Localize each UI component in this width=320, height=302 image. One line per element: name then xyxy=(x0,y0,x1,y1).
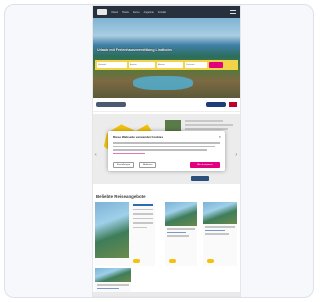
accept-button[interactable]: Alle akzeptieren xyxy=(190,162,220,168)
arrival-field[interactable]: Anreise xyxy=(129,62,155,68)
section-title: Beliebte Reiseangebote xyxy=(96,194,146,199)
offer-badge xyxy=(169,259,176,263)
dialog-actions: Einstellungen Ablehnen Alle akzeptieren xyxy=(113,162,220,168)
partner-logo xyxy=(229,102,237,107)
offer-card[interactable] xyxy=(203,202,237,266)
chevron-right-icon[interactable]: › xyxy=(235,152,237,158)
menu-icon[interactable] xyxy=(230,10,236,14)
site-header: Urlaub Hotels Ferien Angebote Kontakt xyxy=(93,6,240,18)
nav-item[interactable]: Angebote xyxy=(144,11,154,14)
offer-badge xyxy=(207,259,214,263)
dialog-title: Diese Webseite verwendet Cookies xyxy=(113,135,164,139)
offer-image xyxy=(165,202,197,226)
hero-image-pool xyxy=(133,76,193,90)
footer xyxy=(93,292,240,296)
partner-logo xyxy=(206,102,226,107)
close-icon[interactable]: × xyxy=(219,134,221,139)
persons-field[interactable]: Personen xyxy=(185,62,207,68)
nav-item[interactable]: Hotels xyxy=(122,11,129,14)
offer-card[interactable] xyxy=(165,202,197,266)
offer-card[interactable] xyxy=(95,268,131,292)
settings-button[interactable]: Einstellungen xyxy=(113,162,135,168)
decline-button[interactable]: Ablehnen xyxy=(139,162,157,168)
departure-field[interactable]: Abreise xyxy=(157,62,183,68)
hero-banner: Urlaub mit Ferienhausvermittlung Lindhol… xyxy=(93,18,240,98)
more-button[interactable] xyxy=(191,176,209,181)
destination-field[interactable]: Reiseziel xyxy=(97,62,127,68)
nav-item[interactable]: Urlaub xyxy=(111,11,118,14)
search-button[interactable] xyxy=(209,62,223,68)
chevron-left-icon[interactable]: ‹ xyxy=(95,152,97,158)
cookie-dialog: Diese Webseite verwendet Cookies × Einst… xyxy=(108,131,225,171)
dialog-text xyxy=(113,142,220,154)
main-nav: Urlaub Hotels Ferien Angebote Kontakt xyxy=(111,11,226,14)
partner-logo xyxy=(96,102,126,107)
offer-details xyxy=(133,204,153,231)
hero-title: Urlaub mit Ferienhausvermittlung Lindhol… xyxy=(97,48,172,52)
offer-card[interactable] xyxy=(95,202,155,266)
nav-item[interactable]: Kontakt xyxy=(158,11,166,14)
search-bar: Reiseziel Anreise Abreise Personen xyxy=(95,60,238,70)
nav-item[interactable]: Ferien xyxy=(133,11,140,14)
offer-image xyxy=(203,202,237,224)
offer-image xyxy=(95,202,129,258)
offer-badge xyxy=(133,259,140,263)
offer-image xyxy=(95,268,131,282)
partner-strip xyxy=(93,98,240,112)
site-logo[interactable] xyxy=(97,9,107,15)
